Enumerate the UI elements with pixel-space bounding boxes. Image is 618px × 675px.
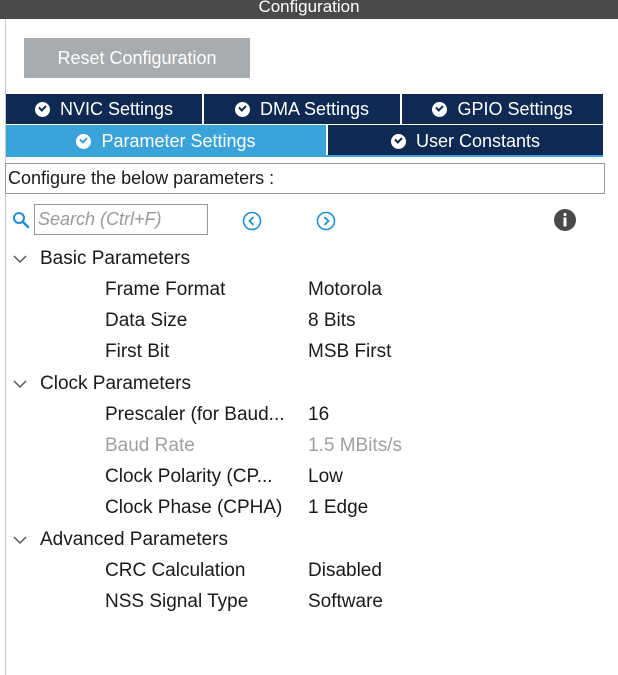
check-circle-icon [34, 101, 50, 117]
search-input[interactable] [34, 204, 208, 235]
param-name: CRC Calculation [105, 560, 246, 581]
group-title: Basic Parameters [40, 247, 190, 269]
tab-underline [6, 155, 603, 157]
group-basic-parameters[interactable]: Basic Parameters [12, 243, 190, 274]
param-row-clock-phase[interactable]: Clock Phase (CPHA) 1 Edge [105, 492, 605, 523]
window-title: Configuration [0, 0, 618, 19]
param-value: 8 Bits [308, 310, 356, 331]
param-value: 16 [308, 404, 330, 425]
tab-label: NVIC Settings [59, 98, 174, 119]
check-circle-icon [432, 101, 448, 117]
check-circle-icon [390, 133, 406, 149]
tab-row-2: Parameter Settings User Constants [6, 125, 603, 157]
param-name: Data Size [105, 310, 188, 331]
param-row-baud-rate: Baud Rate 1.5 MBits/s [105, 430, 605, 461]
circle-chevron-right-icon[interactable] [316, 211, 336, 231]
param-row-crc-calculation[interactable]: CRC Calculation Disabled [105, 555, 605, 586]
chevron-down-icon [13, 379, 27, 388]
param-value: Software [308, 591, 383, 612]
chevron-down-icon [13, 535, 27, 544]
param-name: Clock Phase (CPHA) [105, 497, 283, 518]
circle-chevron-left-icon[interactable] [242, 211, 262, 231]
tab-dma-settings[interactable]: DMA Settings [204, 94, 402, 124]
param-name: Baud Rate [105, 435, 195, 456]
param-value: Low [308, 466, 343, 487]
group-title: Advanced Parameters [40, 528, 228, 550]
param-row-data-size[interactable]: Data Size 8 Bits [105, 305, 605, 336]
check-circle-icon [234, 101, 250, 117]
tab-label: GPIO Settings [457, 98, 573, 119]
parameters-description: Configure the below parameters : [5, 163, 605, 194]
info-icon[interactable] [553, 208, 577, 232]
param-value: Motorola [308, 279, 382, 300]
tab-label: DMA Settings [259, 98, 370, 119]
param-value: MSB First [308, 341, 392, 362]
param-row-clock-polarity[interactable]: Clock Polarity (CP... Low [105, 461, 605, 492]
group-title: Clock Parameters [40, 372, 191, 394]
tab-label: User Constants [415, 130, 541, 151]
tab-gpio-settings[interactable]: GPIO Settings [402, 94, 603, 124]
param-name: Frame Format [105, 279, 226, 300]
param-row-first-bit[interactable]: First Bit MSB First [105, 336, 605, 367]
check-circle-icon [76, 133, 92, 149]
param-value: 1 Edge [308, 497, 369, 518]
tab-nvic-settings[interactable]: NVIC Settings [6, 94, 204, 124]
tab-parameter-settings[interactable]: Parameter Settings [6, 125, 328, 157]
param-row-frame-format[interactable]: Frame Format Motorola [105, 274, 605, 305]
param-name: Prescaler (for Baud... [105, 404, 285, 425]
param-row-prescaler[interactable]: Prescaler (for Baud... 16 [105, 399, 605, 430]
chevron-down-icon [13, 254, 27, 263]
param-name: NSS Signal Type [105, 591, 249, 612]
param-row-nss-signal-type[interactable]: NSS Signal Type Software [105, 586, 605, 617]
param-value: 1.5 MBits/s [308, 435, 402, 456]
reset-configuration-button[interactable]: Reset Configuration [24, 38, 250, 78]
param-value: Disabled [308, 560, 382, 581]
group-clock-parameters[interactable]: Clock Parameters [12, 368, 191, 399]
param-name: Clock Polarity (CP... [105, 466, 273, 487]
tab-label: Parameter Settings [101, 130, 256, 151]
param-name: First Bit [105, 341, 170, 362]
search-icon[interactable] [12, 211, 30, 229]
tab-row-1: NVIC Settings DMA Settings GPIO Settings [6, 94, 603, 124]
tab-user-constants[interactable]: User Constants [328, 125, 603, 157]
group-advanced-parameters[interactable]: Advanced Parameters [12, 524, 228, 555]
